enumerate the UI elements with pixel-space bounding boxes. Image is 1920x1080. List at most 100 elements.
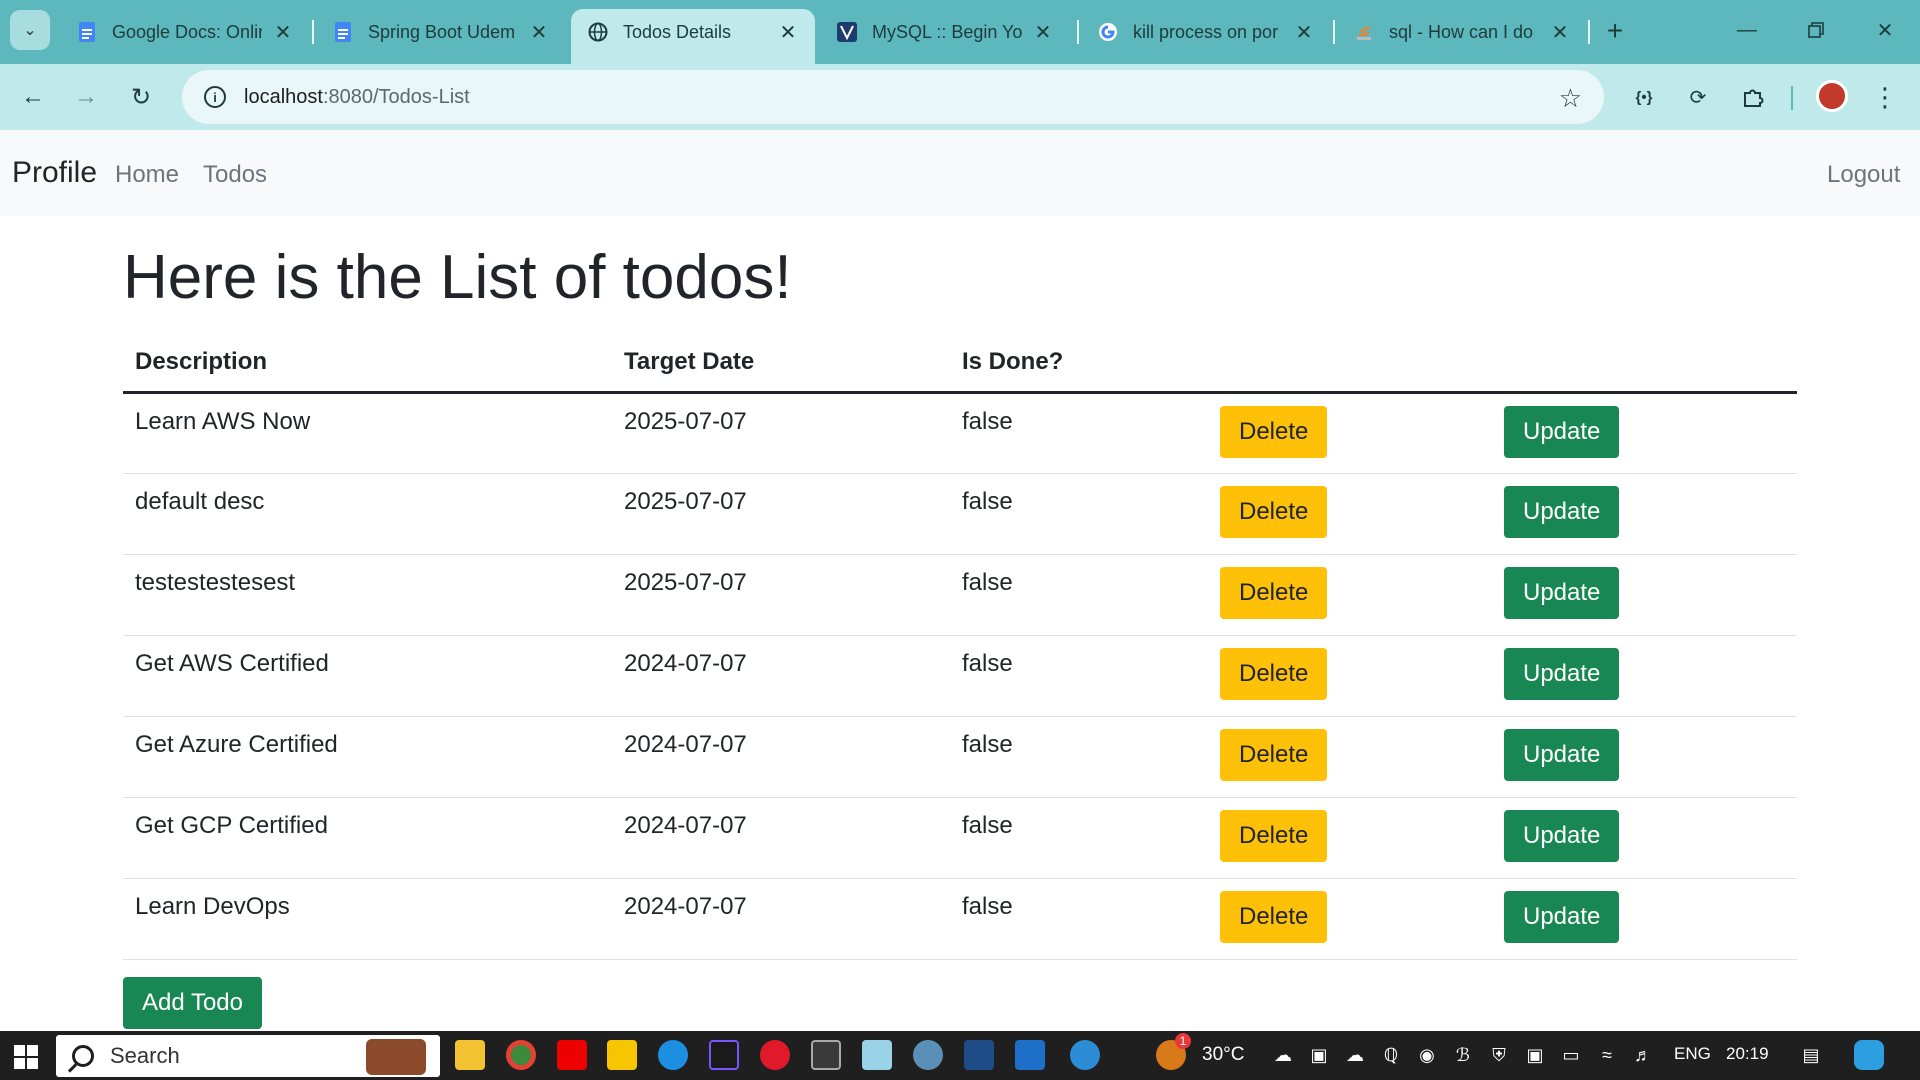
forward-arrow-icon[interactable]: → [65,76,107,118]
stackoverflow-icon [1353,21,1375,43]
tab-spring-boot[interactable]: Spring Boot Udem ✕ [316,9,566,55]
minimize-icon[interactable]: — [1724,12,1770,48]
restore-icon[interactable] [1793,12,1839,48]
close-icon[interactable]: ✕ [528,21,550,44]
terminal-icon[interactable] [811,1040,841,1070]
site-info-icon[interactable]: i [204,86,226,108]
taskbar-search-box[interactable]: Search [56,1035,440,1077]
todo-is-done: false [950,635,1208,717]
update-button[interactable]: Update [1504,809,1620,862]
tab-search-button[interactable]: ⌄ [10,10,50,50]
delete-cell: Delete [1208,554,1492,636]
table-row: Get GCP Certified 2024-07-07 false Delet… [123,797,1797,879]
bluetooth-tray-icon[interactable]: ℚ [1380,1044,1402,1066]
app-navbar: Profile Home Todos Logout [0,130,1920,216]
chrome-tray-icon[interactable]: ◉ [1416,1044,1438,1066]
copilot-icon[interactable] [1854,1040,1884,1070]
sticky-notes-icon[interactable] [607,1040,637,1070]
update-button[interactable]: Update [1504,728,1620,781]
reload-icon[interactable]: ↻ [120,76,162,118]
todo-is-done: false [950,797,1208,879]
logout-link[interactable]: Logout [1827,161,1900,189]
clock-time[interactable]: 20:19 [1726,1044,1769,1064]
docs-icon [76,21,98,43]
display-icon[interactable]: ▣ [1524,1044,1546,1066]
column-header-delete [1208,334,1492,394]
language-indicator[interactable]: ENG [1674,1044,1711,1064]
new-tab-icon[interactable]: + [1598,14,1632,48]
nav-home-link[interactable]: Home [115,161,179,189]
delete-button[interactable]: Delete [1220,890,1328,943]
update-button[interactable]: Update [1504,647,1620,700]
add-todo-button[interactable]: Add Todo [123,977,262,1029]
profile-avatar[interactable] [1816,80,1848,112]
chrome-taskbar-icon[interactable] [506,1040,536,1070]
todo-description: default desc [123,473,612,555]
teams-icon[interactable]: ▣ [1308,1044,1330,1066]
notifications-icon[interactable]: ▤ [1800,1044,1822,1066]
opera-icon[interactable] [760,1040,790,1070]
update-cell: Update [1492,797,1797,879]
column-header-description: Description [123,334,612,394]
toolbar-divider [1791,86,1793,110]
tab-google-docs[interactable]: Google Docs: Onlin ✕ [60,9,310,55]
tab-mysql[interactable]: MySQL :: Begin You ✕ [820,9,1070,55]
tab-google-search[interactable]: kill process on por ✕ [1081,9,1331,55]
volume-icon[interactable]: ♬ [1632,1044,1654,1066]
todo-description: Get Azure Certified [123,716,612,798]
nav-todos-link[interactable]: Todos [203,161,267,189]
update-button[interactable]: Update [1504,485,1620,538]
delete-button[interactable]: Delete [1220,485,1328,538]
table-row: Get Azure Certified 2024-07-07 false Del… [123,716,1797,798]
onedrive-icon[interactable]: ☁ [1344,1044,1366,1066]
extensions-puzzle-icon[interactable] [1736,80,1770,114]
wifi-icon[interactable]: ≈ [1596,1044,1618,1066]
close-icon[interactable]: ✕ [1293,21,1315,44]
window-close-icon[interactable]: ✕ [1862,12,1908,48]
notepad-icon[interactable] [862,1040,892,1070]
update-button[interactable]: Update [1504,566,1620,619]
delete-button[interactable]: Delete [1220,728,1328,781]
delete-button[interactable]: Delete [1220,647,1328,700]
mysql-workbench-icon[interactable] [913,1040,943,1070]
table-row: Get AWS Certified 2024-07-07 false Delet… [123,635,1797,717]
todo-description: Learn DevOps [123,878,612,960]
security-shield-icon[interactable]: ⛨ [1488,1044,1510,1066]
delete-button[interactable]: Delete [1220,809,1328,862]
chrome-menu-icon[interactable]: ⋮ [1868,80,1902,114]
column-header-target-date: Target Date [612,334,950,394]
update-button[interactable]: Update [1504,890,1620,943]
taskbar-search-label: Search [110,1043,180,1068]
intellij-icon[interactable] [709,1040,739,1070]
youtube-icon[interactable] [557,1040,587,1070]
close-icon[interactable]: ✕ [272,21,294,44]
sync-extension-icon[interactable]: ⟳ [1681,80,1715,114]
delete-button[interactable]: Delete [1220,405,1328,458]
url-path: :8080/Todos-List [322,85,470,108]
delete-button[interactable]: Delete [1220,566,1328,619]
snipping-tool-icon[interactable] [1015,1040,1045,1070]
close-icon[interactable]: ✕ [1032,21,1054,44]
brand-profile-link[interactable]: Profile [12,156,97,190]
tab-stackoverflow[interactable]: sql - How can I do ✕ [1337,9,1587,55]
json-viewer-extension-icon[interactable]: {•} [1627,80,1661,114]
mysql-shell-icon[interactable] [964,1040,994,1070]
search-icon [72,1045,94,1067]
cloud-sync-icon[interactable]: ☁ [1272,1044,1294,1066]
tab-todos-details[interactable]: Todos Details ✕ [571,9,815,64]
update-button[interactable]: Update [1504,405,1620,458]
browser-tab-strip: ⌄ Google Docs: Onlin ✕ Spring Boot Udem … [0,0,1920,64]
close-icon[interactable]: ✕ [777,21,799,44]
help-icon[interactable] [1070,1040,1100,1070]
close-icon[interactable]: ✕ [1549,21,1571,44]
column-header-is-done: Is Done? [950,334,1208,394]
address-bar[interactable]: i localhost:8080/Todos-List ☆ [182,70,1604,124]
back-arrow-icon[interactable]: ← [12,76,54,118]
chevron-down-icon: ⌄ [23,22,37,39]
battery-icon[interactable]: ▭ [1560,1044,1582,1066]
bookmark-star-icon[interactable]: ☆ [1559,83,1582,114]
file-explorer-icon[interactable] [455,1040,485,1070]
bluetooth-icon[interactable]: ℬ [1452,1044,1474,1066]
windows-start-icon[interactable] [14,1045,38,1069]
docker-icon[interactable] [658,1040,688,1070]
